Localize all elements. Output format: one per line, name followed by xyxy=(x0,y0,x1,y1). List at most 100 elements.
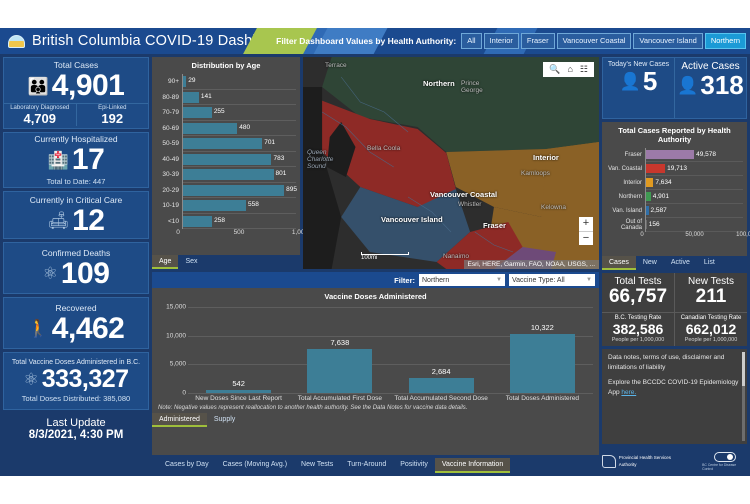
vaccine-type-select[interactable]: Vaccine Type: All ▼ xyxy=(509,274,595,286)
tab-cases-moving-avg[interactable]: Cases (Moving Avg.) xyxy=(216,458,294,473)
filter-button-vancouver-coastal[interactable]: Vancouver Coastal xyxy=(556,33,632,49)
notes-link[interactable]: here. xyxy=(621,389,636,396)
age-bar-row[interactable]: 80-89 141 xyxy=(156,89,296,105)
ha-bar-row[interactable]: Fraser 49,578 xyxy=(605,148,743,162)
age-bar[interactable] xyxy=(183,200,247,211)
hospital-icon: 🏥 xyxy=(47,150,69,170)
zoom-in-button[interactable]: + xyxy=(579,217,593,231)
kpi-critical-care: Currently in Critical Care 🛋 12 xyxy=(3,191,149,239)
age-bar-track: 480 xyxy=(182,120,296,136)
health-authority-map[interactable]: Northern Interior Vancouver Coastal Vanc… xyxy=(303,57,599,269)
vaccine-bar[interactable] xyxy=(408,377,474,393)
tab-cases[interactable]: Cases xyxy=(602,256,636,270)
kpi-epi-linked: Epi-Linked 192 xyxy=(75,104,149,126)
vaccine-bar-column[interactable]: 542 xyxy=(188,307,289,393)
new-case-person-icon: 👤 xyxy=(619,71,641,91)
age-bar[interactable] xyxy=(183,138,263,149)
ha-bar[interactable] xyxy=(646,220,647,229)
notes-line-1[interactable]: Data notes, terms of use, disclaimer and… xyxy=(608,353,741,373)
map-scale-bar: 100mi xyxy=(361,252,409,261)
ha-bar-row[interactable]: Van. Coastal 19,713 xyxy=(605,162,743,176)
home-icon[interactable]: ⌂ xyxy=(567,65,572,74)
ha-bar-row[interactable]: Van. Island 2,587 xyxy=(605,204,743,218)
vaccine-bar[interactable] xyxy=(307,349,373,393)
zoom-out-button[interactable]: − xyxy=(579,231,593,245)
search-icon[interactable]: 🔍 xyxy=(549,65,560,74)
map-label-kelowna: Kelowna xyxy=(541,204,566,211)
filter-button-interior[interactable]: Interior xyxy=(483,33,519,49)
age-bar-row[interactable]: 30-39 801 xyxy=(156,167,296,183)
vaccine-region-select[interactable]: Northern ▼ xyxy=(419,274,505,286)
age-bar[interactable] xyxy=(183,153,272,165)
filter-button-all[interactable]: All xyxy=(461,33,482,49)
chevron-down-icon: ▼ xyxy=(496,277,502,283)
age-bar[interactable] xyxy=(183,107,212,118)
vaccine-bar-column[interactable]: 2,684 xyxy=(391,307,492,393)
testing-stats: Total Tests 66,757 New Tests 211 B.C. Te… xyxy=(602,273,747,346)
age-bar-row[interactable]: <10 258 xyxy=(156,213,296,229)
vaccine-panel: Filter: Northern ▼ Vaccine Type: All ▼ V… xyxy=(152,272,599,455)
tab-cases-by-day[interactable]: Cases by Day xyxy=(158,458,216,473)
ha-bar-label: Van. Coastal xyxy=(608,166,642,172)
age-bar-row[interactable]: 10-19 558 xyxy=(156,198,296,214)
tab-list[interactable]: List xyxy=(697,256,722,270)
vaccine-bar[interactable] xyxy=(509,333,575,393)
ha-bar[interactable] xyxy=(646,164,666,173)
age-bar[interactable] xyxy=(183,76,187,87)
age-bar[interactable] xyxy=(183,169,274,180)
age-bar-row[interactable]: 40-49 783 xyxy=(156,151,296,167)
age-bar-row[interactable]: 20-29 895 xyxy=(156,182,297,198)
ha-bar-row[interactable]: Northern 4,901 xyxy=(605,190,743,204)
phsa-logo-text: Provincial Health Services Authority xyxy=(618,455,672,467)
ha-bar[interactable] xyxy=(646,206,649,215)
ha-bar-label: Out of Canada xyxy=(620,219,642,231)
bccdc-logo: BC Centre for Disease Control xyxy=(702,452,747,471)
kpi-lab-diagnosed-value: 4,709 xyxy=(23,111,57,126)
vaccine-bar[interactable] xyxy=(206,389,272,393)
vaccine-bar-column[interactable]: 7,638 xyxy=(289,307,390,393)
age-bar-row[interactable]: 70-79 255 xyxy=(156,105,296,121)
age-bar[interactable] xyxy=(183,184,285,196)
ha-bar-row[interactable]: Out of Canada 156 xyxy=(605,218,743,232)
tab-supply[interactable]: Supply xyxy=(207,413,242,427)
ha-bar[interactable] xyxy=(646,192,651,201)
map-label-northern: Northern xyxy=(423,79,455,88)
ha-bar[interactable] xyxy=(646,150,695,159)
age-chart-title: Distribution by Age xyxy=(191,61,261,70)
age-bar-row[interactable]: 50-59 701 xyxy=(156,136,296,152)
age-bar[interactable] xyxy=(183,91,199,103)
kpi-vaccine-doses-sub: Total Doses Distributed: 385,080 xyxy=(21,394,131,403)
filter-button-fraser[interactable]: Fraser xyxy=(520,33,555,49)
tab-administered[interactable]: Administered xyxy=(152,413,207,427)
filter-button-northern[interactable]: Northern xyxy=(704,33,746,49)
age-bar-row[interactable]: 90+ 29 xyxy=(156,74,296,90)
ha-bar-row[interactable]: Interior 7,634 xyxy=(605,176,743,190)
ha-bar-value: 4,901 xyxy=(652,193,670,200)
age-bar[interactable] xyxy=(183,122,238,134)
tab-vaccine-information[interactable]: Vaccine Information xyxy=(434,458,511,473)
age-axis-tick: 0 xyxy=(176,229,180,236)
age-bar-label: 30-39 xyxy=(162,171,179,179)
tab-turn-around[interactable]: Turn-Around xyxy=(340,458,393,473)
map-label-queen-charlotte-sound: Queen Charlotte Sound xyxy=(307,149,334,170)
tab-new[interactable]: New xyxy=(636,256,664,270)
tab-active[interactable]: Active xyxy=(664,256,697,270)
tab-age[interactable]: Age xyxy=(152,255,179,269)
kpi-active-cases-value: 318 xyxy=(700,70,744,100)
age-bar-row[interactable]: 60-69 480 xyxy=(156,120,296,136)
age-bar-track: 895 xyxy=(182,182,297,198)
kpi-todays-new-cases-title: Today's New Cases xyxy=(607,61,670,68)
age-bar[interactable] xyxy=(183,215,213,227)
vaccine-bar-columns: 542 7,638 2,684 10,322 xyxy=(188,307,593,393)
tab-sex[interactable]: Sex xyxy=(178,255,204,269)
tab-new-tests[interactable]: New Tests xyxy=(294,458,340,473)
vaccine-bar-column[interactable]: 10,322 xyxy=(492,307,593,393)
tab-positivity[interactable]: Positivity xyxy=(393,458,435,473)
notes-scrollbar[interactable] xyxy=(742,351,745,441)
kpi-bc-testing-rate-value: 382,586 xyxy=(612,320,664,337)
ha-bar-label: Fraser xyxy=(624,152,642,158)
filter-button-vancouver-island[interactable]: Vancouver Island xyxy=(633,33,703,49)
vaccine-bar-value: 7,638 xyxy=(330,338,350,348)
ha-bar[interactable] xyxy=(646,178,654,187)
extent-icon[interactable]: ☷ xyxy=(580,65,588,74)
